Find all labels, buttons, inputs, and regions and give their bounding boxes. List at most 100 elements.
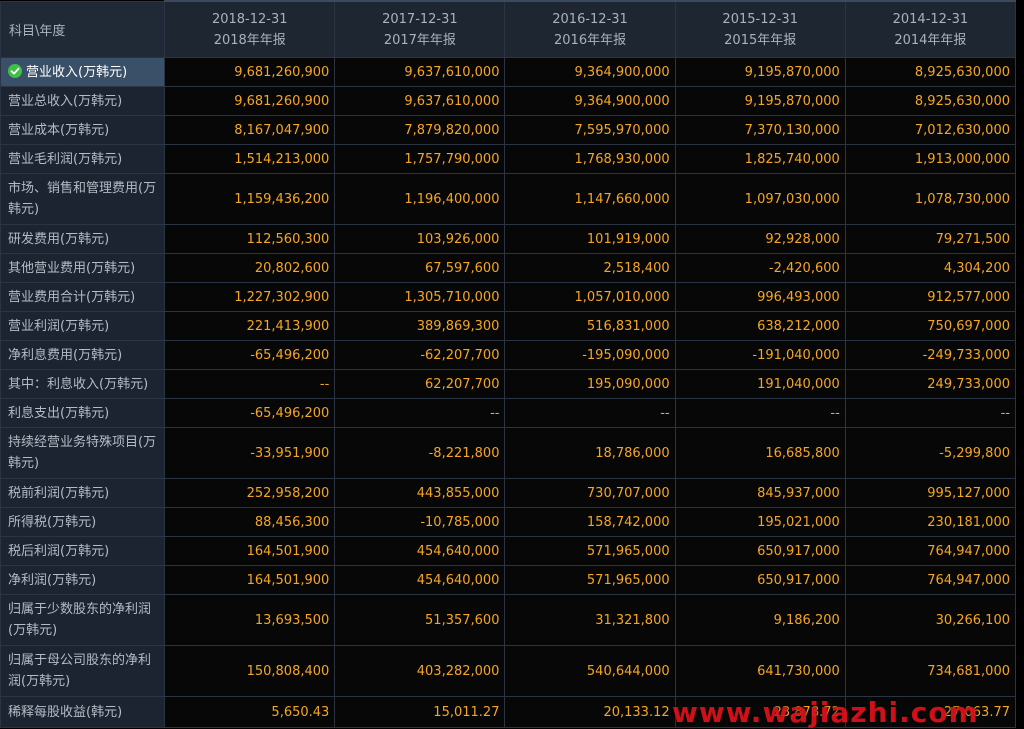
row-label-text: 归属于少数股东的净利润(万韩元) xyxy=(8,602,152,638)
row-label[interactable]: 归属于少数股东的净利润(万韩元) xyxy=(0,594,166,646)
table-row[interactable]: 营业利润(万韩元) 221,413,900 389,869,300 516,831,0… xyxy=(0,311,1017,341)
table-row[interactable]: 其他营业费用(万韩元) 20,802,600 67,597,600 2,518,400… xyxy=(0,253,1017,283)
value-cell: 638,212,000 xyxy=(674,311,846,341)
row-label[interactable]: 研发费用(万韩元) xyxy=(0,224,166,254)
year-report: 2014年年报 xyxy=(894,32,967,48)
table-row[interactable]: 其中：利息收入(万韩元) -- 62,207,700 195,090,000 191,0… xyxy=(0,369,1017,399)
row-label[interactable]: 净利润(万韩元) xyxy=(0,565,166,595)
value-cell: 1,078,730,000 xyxy=(844,173,1017,225)
value-cell: 403,282,000 xyxy=(334,645,506,697)
row-label[interactable]: 净利息费用(万韩元) xyxy=(0,340,166,370)
value-cell: 8,925,630,000 xyxy=(844,57,1017,87)
value-cell: 7,370,130,000 xyxy=(674,115,846,145)
row-label[interactable]: 营业毛利润(万韩元) xyxy=(0,144,166,174)
row-label-text: 持续经营业务特殊项目(万韩元) xyxy=(8,435,157,471)
table-row[interactable]: 市场、销售和管理费用(万韩元) 1,159,436,200 1,196,400,00… xyxy=(0,173,1017,225)
row-label[interactable]: 归属于母公司股东的净利润(万韩元) xyxy=(0,645,166,697)
row-label-text: 税后利润(万韩元) xyxy=(8,543,110,559)
value-cell: 996,493,000 xyxy=(674,282,846,312)
value-cell: -10,785,000 xyxy=(334,507,506,537)
value-cell: 20,133.12 xyxy=(504,696,676,728)
value-cell: 249,733,000 xyxy=(844,369,1017,399)
table-row[interactable]: 所得税(万韩元) 88,456,300 -10,785,000 158,742,000… xyxy=(0,507,1017,537)
table-row[interactable]: 营业收入(万韩元) 9,681,260,900 9,637,610,000 9,364… xyxy=(0,57,1017,87)
table-row[interactable]: 营业成本(万韩元) 8,167,047,900 7,879,820,000 7,595… xyxy=(0,115,1017,145)
value-cell: 1,196,400,000 xyxy=(334,173,506,225)
value-cell: 912,577,000 xyxy=(844,282,1017,312)
table-row[interactable]: 研发费用(万韩元) 112,560,300 103,926,000 101,919,0… xyxy=(0,224,1017,254)
table-row[interactable]: 税后利润(万韩元) 164,501,900 454,640,000 571,965,0… xyxy=(0,536,1017,566)
row-label[interactable]: 营业成本(万韩元) xyxy=(0,115,166,145)
year-header-2016[interactable]: 2016-12-31 2016年年报 xyxy=(504,0,676,58)
value-cell: 454,640,000 xyxy=(334,565,506,595)
value-cell: 252,958,200 xyxy=(164,478,336,508)
value-cell: 9,637,610,000 xyxy=(334,86,506,116)
value-cell: 9,637,610,000 xyxy=(334,57,506,87)
value-cell: 62,207,700 xyxy=(334,369,506,399)
year-header-2014[interactable]: 2014-12-31 2014年年报 xyxy=(844,0,1017,58)
row-label[interactable]: 其他营业费用(万韩元) xyxy=(0,253,166,283)
value-cell: -- xyxy=(844,398,1017,428)
check-icon xyxy=(8,63,22,78)
row-label[interactable]: 所得税(万韩元) xyxy=(0,507,166,537)
row-label[interactable]: 税前利润(万韩元) xyxy=(0,478,166,508)
value-cell: 1,147,660,000 xyxy=(504,173,676,225)
table-row[interactable]: 持续经营业务特殊项目(万韩元) -33,951,900 -8,221,800 18,7… xyxy=(0,427,1017,479)
row-label-text: 营业利润(万韩元) xyxy=(8,318,110,334)
row-label[interactable]: 营业费用合计(万韩元) xyxy=(0,282,166,312)
row-label[interactable]: 税后利润(万韩元) xyxy=(0,536,166,566)
row-label[interactable]: 营业收入(万韩元) xyxy=(0,57,166,87)
row-label-text: 其他营业费用(万韩元) xyxy=(8,260,136,276)
value-cell: 9,681,260,900 xyxy=(164,86,336,116)
value-cell: 1,057,010,000 xyxy=(504,282,676,312)
row-label[interactable]: 营业利润(万韩元) xyxy=(0,311,166,341)
table-row[interactable]: 归属于少数股东的净利润(万韩元) 13,693,500 51,357,600 31,3… xyxy=(0,594,1017,646)
value-cell: 1,097,030,000 xyxy=(674,173,846,225)
row-label-text: 营业收入(万韩元) xyxy=(26,64,128,80)
year-header-2018[interactable]: 2018-12-31 2018年年报 xyxy=(164,0,336,58)
value-cell: 540,644,000 xyxy=(504,645,676,697)
value-cell: -195,090,000 xyxy=(504,340,676,370)
year-date: 2018-12-31 xyxy=(211,11,288,27)
table-row[interactable]: 净利息费用(万韩元) -65,496,200 -62,207,700 -195,090… xyxy=(0,340,1017,370)
row-label-text: 营业成本(万韩元) xyxy=(8,122,110,138)
value-cell: 1,913,000,000 xyxy=(844,144,1017,174)
value-cell: 650,917,000 xyxy=(674,565,846,595)
row-label[interactable]: 利息支出(万韩元) xyxy=(0,398,166,428)
table-row[interactable]: 营业毛利润(万韩元) 1,514,213,000 1,757,790,000 1,76… xyxy=(0,144,1017,174)
year-report: 2016年年报 xyxy=(554,32,627,48)
year-header-2017[interactable]: 2017-12-31 2017年年报 xyxy=(334,0,506,58)
year-header-2015[interactable]: 2015-12-31 2015年年报 xyxy=(674,0,846,58)
year-date: 2015-12-31 xyxy=(722,11,798,27)
table-row[interactable]: 营业费用合计(万韩元) 1,227,302,900 1,305,710,000 1,0… xyxy=(0,282,1017,312)
year-date: 2014-12-31 xyxy=(892,11,969,27)
row-label-text: 市场、销售和管理费用(万韩元) xyxy=(8,181,157,217)
value-cell: 164,501,900 xyxy=(164,565,336,595)
value-cell: 454,640,000 xyxy=(334,536,506,566)
value-cell: 764,947,000 xyxy=(844,536,1017,566)
value-cell: 845,937,000 xyxy=(674,478,846,508)
table-row[interactable]: 净利润(万韩元) 164,501,900 454,640,000 571,965,00… xyxy=(0,565,1017,595)
row-label-text: 利息支出(万韩元) xyxy=(8,405,110,421)
row-label-text: 营业总收入(万韩元) xyxy=(8,93,123,109)
value-cell: -- xyxy=(674,398,846,428)
row-label[interactable]: 稀释每股收益(韩元) xyxy=(0,696,166,728)
row-label[interactable]: 营业总收入(万韩元) xyxy=(0,86,166,116)
value-cell: 101,919,000 xyxy=(504,224,676,254)
row-label[interactable]: 其中：利息收入(万韩元) xyxy=(0,369,166,399)
table-row[interactable]: 税前利润(万韩元) 252,958,200 443,855,000 730,707,0… xyxy=(0,478,1017,508)
value-cell: 103,926,000 xyxy=(334,224,506,254)
row-label[interactable]: 市场、销售和管理费用(万韩元) xyxy=(0,173,166,225)
value-cell: -2,420,600 xyxy=(674,253,846,283)
value-cell: 7,879,820,000 xyxy=(334,115,506,145)
table-row[interactable]: 利息支出(万韩元) -65,496,200 -- -- -- -- xyxy=(0,398,1017,428)
table-row[interactable]: 营业总收入(万韩元) 9,681,260,900 9,637,610,000 9,36… xyxy=(0,86,1017,116)
value-cell: 18,786,000 xyxy=(504,427,676,479)
corner-header: 科目\年度 xyxy=(0,0,166,58)
value-cell: 31,321,800 xyxy=(504,594,676,646)
value-cell: 88,456,300 xyxy=(164,507,336,537)
row-label[interactable]: 持续经营业务特殊项目(万韩元) xyxy=(0,427,166,479)
year-date: 2016-12-31 xyxy=(552,11,628,27)
row-label-text: 净利润(万韩元) xyxy=(8,572,97,588)
table-row[interactable]: 归属于母公司股东的净利润(万韩元) 150,808,400 403,282,000 5… xyxy=(0,645,1017,697)
